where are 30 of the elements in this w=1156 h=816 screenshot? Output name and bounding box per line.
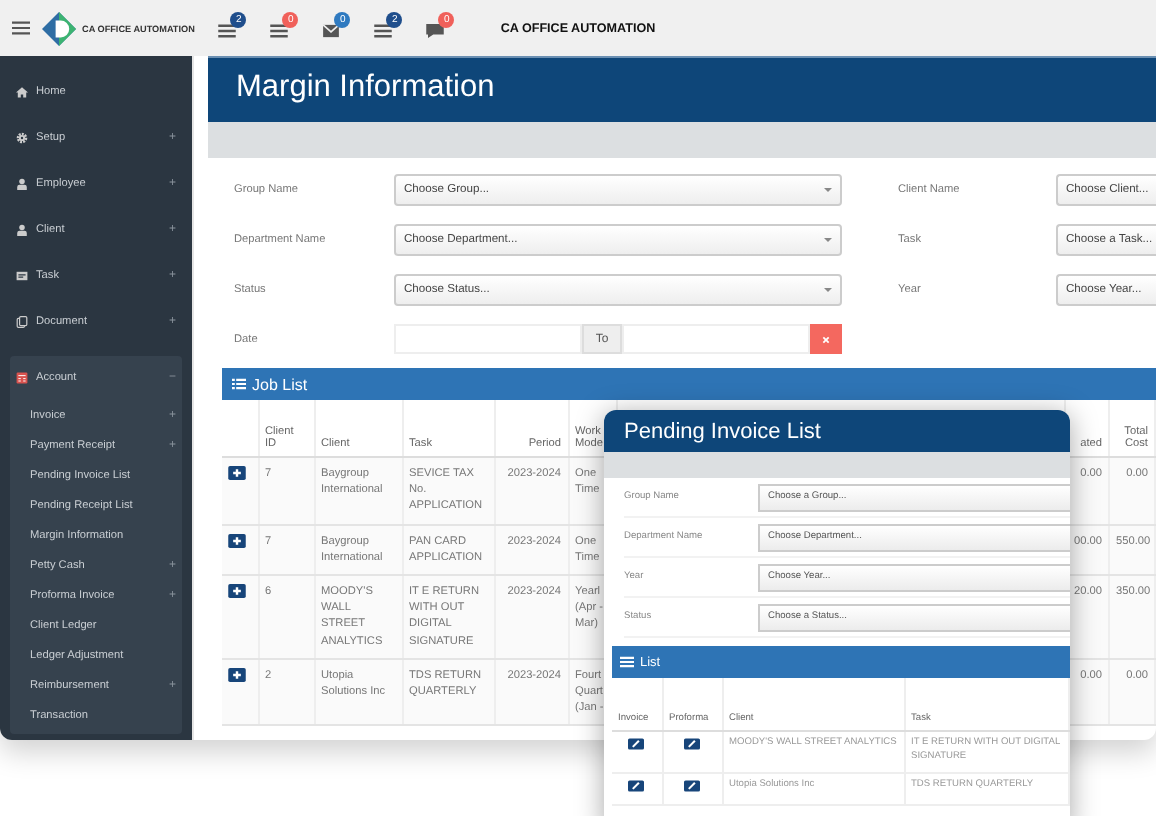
list-icon: [232, 378, 246, 390]
card-title: Pending Invoice List: [604, 410, 1070, 452]
edit-pencil-icon[interactable]: [628, 738, 645, 750]
date-input[interactable]: [622, 324, 810, 354]
menu-icon[interactable]: [12, 20, 30, 36]
list-icon[interactable]: [218, 24, 237, 38]
settings-icon: [16, 131, 28, 143]
expand-plus-icon[interactable]: [228, 584, 246, 599]
card-icon: [16, 269, 28, 281]
list-icon[interactable]: [374, 24, 393, 38]
expand-plus-icon[interactable]: [228, 667, 246, 682]
date-input[interactable]: [394, 324, 582, 354]
user-icon: [16, 223, 28, 235]
envelope-icon[interactable]: [322, 24, 341, 38]
expand-plus-icon[interactable]: [228, 533, 246, 548]
close-icon: [822, 335, 830, 343]
list-icon: [620, 656, 634, 668]
user-icon: [16, 177, 28, 189]
panel-title: Job List: [252, 375, 308, 393]
comment-icon[interactable]: [426, 24, 445, 38]
home-icon: [16, 85, 28, 97]
expand-plus-icon[interactable]: [228, 466, 246, 480]
edit-pencil-icon[interactable]: [684, 738, 700, 750]
edit-pencil-icon[interactable]: [684, 779, 700, 792]
edit-pencil-icon[interactable]: [628, 779, 645, 792]
calculator-icon: [16, 372, 28, 384]
page-title: Margin Information: [208, 56, 1156, 122]
diamond-logo-icon: [42, 11, 76, 45]
document-icon: [16, 315, 28, 327]
list-icon[interactable]: [270, 24, 289, 38]
